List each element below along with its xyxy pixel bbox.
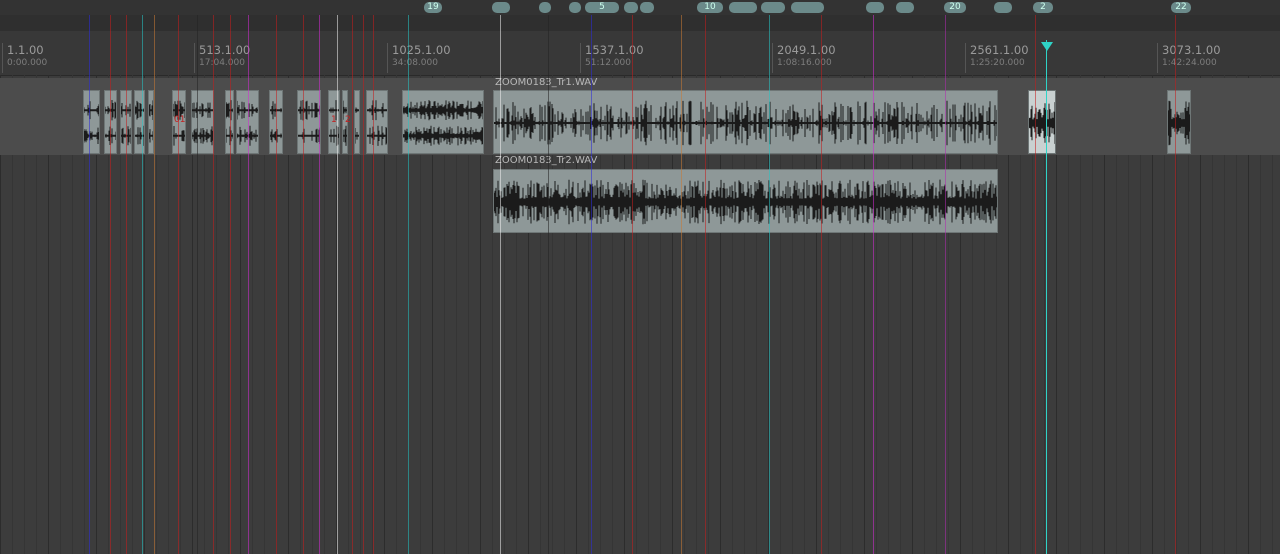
waveform — [298, 100, 320, 144]
ruler-time: 34:08.000 — [392, 58, 438, 68]
media-item[interactable] — [366, 90, 388, 154]
timeline-ruler[interactable]: 1.1.00 0:00.000 513.1.00 17:04.000 1025.1.… — [0, 31, 1280, 76]
region-lane[interactable]: 19 5 10 20 2 22 — [0, 0, 1280, 15]
ruler-time: 1:42:24.000 — [1162, 58, 1217, 68]
media-item[interactable] — [83, 90, 100, 154]
waveform — [226, 100, 233, 146]
region-10[interactable]: 10 — [697, 2, 723, 13]
ruler-measure: 3073.1.00 — [1162, 43, 1221, 57]
region[interactable] — [729, 2, 757, 13]
ruler-tick: 2561.1.00 1:25:20.000 — [965, 43, 1029, 73]
ruler-tick: 2049.1.00 1:08:16.000 — [772, 43, 836, 73]
waveform — [135, 100, 144, 146]
media-item[interactable] — [236, 90, 259, 154]
waveform — [84, 101, 99, 144]
region-5[interactable]: 5 — [585, 2, 619, 13]
ruler-measure: 513.1.00 — [199, 43, 251, 57]
marker-lane[interactable]: 12345тс7891012на14171819202122ни23детски… — [0, 15, 1280, 44]
region[interactable] — [761, 2, 785, 13]
ruler-tick: 1537.1.00 51:12.000 — [580, 43, 644, 73]
track-2[interactable]: ZOOM0183_Tr2.WAV — [0, 155, 1280, 235]
ruler-measure: 2049.1.00 — [777, 43, 836, 57]
waveform — [192, 102, 213, 146]
ruler-time: 51:12.000 — [585, 58, 631, 68]
playhead[interactable] — [1046, 40, 1047, 554]
media-item[interactable] — [191, 90, 214, 154]
waveform — [149, 100, 153, 143]
media-item[interactable] — [104, 90, 117, 154]
waveform — [105, 100, 116, 145]
region[interactable] — [492, 2, 510, 13]
ruler-tick: 1.1.00 0:00.000 — [2, 43, 47, 73]
ruler-time: 17:04.000 — [199, 58, 245, 68]
media-item-tr1[interactable] — [493, 90, 998, 154]
media-item[interactable] — [225, 90, 234, 154]
clip-label: 2 — [345, 115, 351, 125]
region[interactable] — [791, 2, 824, 13]
media-item[interactable] — [134, 90, 145, 154]
ruler-time: 1:08:16.000 — [777, 58, 832, 68]
waveform — [494, 100, 997, 146]
playhead-flag-icon[interactable] — [1041, 42, 1053, 51]
ruler-measure: 1025.1.00 — [392, 43, 451, 57]
ruler-measure: 1537.1.00 — [585, 43, 644, 57]
waveform — [355, 107, 359, 144]
ruler-tick: 513.1.00 17:04.000 — [194, 43, 250, 73]
media-item[interactable] — [402, 90, 484, 154]
item-label: ZOOM0183_Tr1.WAV — [495, 77, 598, 88]
track-1[interactable]: ZOOM0183_Tr1.WAV 01 1 2 — [0, 77, 1280, 155]
media-item-tr2[interactable] — [493, 169, 998, 233]
region[interactable] — [994, 2, 1012, 13]
ruler-measure: 1.1.00 — [7, 43, 44, 57]
waveform — [1029, 102, 1055, 144]
track-area[interactable]: ZOOM0183_Tr1.WAV 01 1 2 ZOOM0183_Tr2.WAV — [0, 75, 1280, 554]
waveform — [367, 100, 387, 146]
clip-label: 1 — [331, 115, 337, 125]
item-label: ZOOM0183_Tr2.WAV — [495, 155, 598, 166]
region[interactable] — [569, 2, 581, 13]
media-item[interactable] — [1167, 90, 1191, 154]
region[interactable] — [640, 2, 654, 13]
ruler-tick: 3073.1.00 1:42:24.000 — [1157, 43, 1221, 73]
media-item[interactable] — [148, 90, 154, 154]
region[interactable] — [866, 2, 884, 13]
region-2[interactable]: 2 — [1033, 2, 1053, 13]
clip-label: 01 — [174, 115, 186, 125]
ruler-tick: 1025.1.00 34:08.000 — [387, 43, 451, 73]
ruler-time: 1:25:20.000 — [970, 58, 1025, 68]
waveform — [403, 100, 483, 146]
ruler-measure: 2561.1.00 — [970, 43, 1029, 57]
region[interactable] — [896, 2, 914, 13]
region-20[interactable]: 20 — [944, 2, 966, 13]
waveform — [237, 100, 258, 146]
region-22[interactable]: 22 — [1171, 2, 1191, 13]
waveform — [494, 179, 997, 225]
media-item[interactable] — [297, 90, 321, 154]
region[interactable] — [624, 2, 638, 13]
region-19[interactable]: 19 — [424, 2, 442, 13]
waveform — [270, 101, 282, 143]
arrange-view[interactable]: 19 5 10 20 2 22 12345тс7891012на14171819… — [0, 0, 1280, 554]
waveform — [1168, 100, 1190, 146]
media-item[interactable] — [269, 90, 283, 154]
media-item[interactable] — [354, 90, 360, 154]
ruler-time: 0:00.000 — [7, 58, 48, 68]
waveform — [121, 103, 131, 146]
region[interactable] — [539, 2, 551, 13]
media-item-selected[interactable] — [1028, 90, 1056, 154]
media-item[interactable] — [120, 90, 132, 154]
